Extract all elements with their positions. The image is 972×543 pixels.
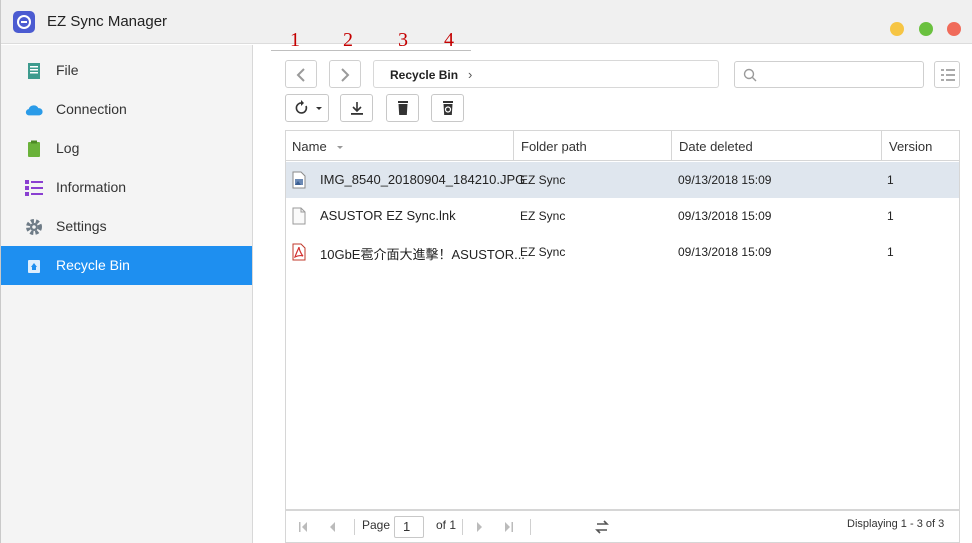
sidebar-item-settings[interactable]: Settings: [1, 207, 252, 246]
page-label: Page: [362, 518, 391, 532]
folder-path: EZ Sync: [520, 173, 566, 187]
folder-path: EZ Sync: [520, 209, 566, 223]
file-name: 10GbE雹介面大進擊！ASUSTOR...: [320, 247, 525, 262]
dropdown-caret-icon: [316, 107, 322, 110]
column-header-version[interactable]: Version: [882, 131, 959, 161]
sidebar-item-label: Connection: [56, 101, 127, 117]
title-bar: EZ Sync Manager: [1, 0, 972, 44]
column-header-name[interactable]: Name: [286, 131, 514, 161]
download-icon: [351, 102, 363, 115]
breadcrumb-current[interactable]: Recycle Bin: [390, 68, 458, 82]
last-page-icon[interactable]: [504, 521, 514, 533]
version: 1: [887, 173, 894, 187]
annotation-divider: [271, 50, 471, 51]
first-page-icon[interactable]: [298, 521, 308, 533]
table-row[interactable]: ASUSTOR EZ Sync.lnk EZ Sync 09/13/2018 1…: [286, 198, 959, 234]
pager-separator: [354, 519, 355, 535]
annotation-label-3: 3: [398, 29, 408, 51]
trash-icon: [398, 101, 408, 115]
annotation-label-4: 4: [444, 29, 454, 51]
date-deleted: 09/13/2018 15:09: [678, 173, 772, 187]
file-table: Name Folder path Date deleted Version IM…: [285, 130, 960, 510]
table-row[interactable]: IMG_8540_20180904_184210.JPG EZ Sync 09/…: [286, 162, 959, 198]
annotation-label-1: 1: [290, 29, 300, 51]
sidebar-item-recycle-bin[interactable]: Recycle Bin: [1, 246, 252, 285]
restore-icon: [295, 100, 308, 114]
sidebar-item-connection[interactable]: Connection: [1, 90, 252, 129]
app-title: EZ Sync Manager: [47, 13, 168, 30]
cloud-icon: [25, 101, 43, 119]
search-icon: [743, 68, 757, 82]
file-name: IMG_8540_20180904_184210.JPG: [320, 172, 526, 187]
sidebar-item-label: Settings: [56, 218, 107, 234]
folder-path: EZ Sync: [520, 245, 566, 259]
page-number-input[interactable]: 1: [394, 516, 424, 538]
close-button[interactable]: [947, 22, 961, 36]
version: 1: [887, 245, 894, 259]
sidebar-item-label: Recycle Bin: [56, 257, 130, 273]
sidebar-item-information[interactable]: Information: [1, 168, 252, 207]
recycle-bin-icon: [25, 257, 43, 275]
breadcrumb: Recycle Bin ›: [373, 60, 719, 88]
delete-button[interactable]: [386, 94, 419, 122]
file-name: ASUSTOR EZ Sync.lnk: [320, 208, 456, 223]
image-file-icon: [292, 171, 306, 189]
next-page-icon[interactable]: [476, 521, 484, 533]
maximize-button[interactable]: [919, 22, 933, 36]
sidebar-item-log[interactable]: Log: [1, 129, 252, 168]
refresh-icon[interactable]: [595, 520, 609, 534]
version: 1: [887, 209, 894, 223]
column-header-date-deleted[interactable]: Date deleted: [672, 131, 882, 161]
minimize-button[interactable]: [890, 22, 904, 36]
display-count: Displaying 1 - 3 of 3: [847, 518, 945, 530]
search-input[interactable]: [734, 61, 924, 88]
sidebar-item-label: Log: [56, 140, 80, 156]
empty-recycle-bin-button[interactable]: [431, 94, 464, 122]
sort-caret-icon: [337, 146, 344, 149]
date-deleted: 09/13/2018 15:09: [678, 245, 772, 259]
download-button[interactable]: [340, 94, 373, 122]
annotation-label-2: 2: [343, 29, 353, 51]
file-icon: [25, 62, 43, 80]
forward-button[interactable]: [329, 60, 361, 88]
breadcrumb-chevron-icon: ›: [468, 67, 473, 82]
chevron-right-icon: [341, 68, 350, 82]
sidebar-item-file[interactable]: File: [1, 51, 252, 90]
sidebar-item-label: File: [56, 62, 79, 78]
date-deleted: 09/13/2018 15:09: [678, 209, 772, 223]
list-view-icon: [941, 69, 955, 81]
view-options-button[interactable]: [934, 61, 960, 88]
sidebar-item-label: Information: [56, 179, 127, 195]
pager-separator: [530, 519, 531, 535]
app-logo-icon: [13, 11, 35, 33]
page-count-label: of 1: [436, 518, 457, 532]
pagination-bar: Page 1 of 1 Displaying 1 - 3 of 3: [285, 510, 960, 543]
gear-icon: [25, 218, 43, 236]
information-icon: [25, 179, 43, 197]
table-header: Name Folder path Date deleted Version: [286, 131, 959, 161]
chevron-left-icon: [296, 68, 305, 82]
pdf-file-icon: [292, 243, 306, 261]
table-row[interactable]: 10GbE雹介面大進擊！ASUSTOR... EZ Sync 09/13/201…: [286, 234, 959, 270]
column-header-folder-path[interactable]: Folder path: [514, 131, 672, 161]
generic-file-icon: [292, 207, 306, 225]
app-window: EZ Sync Manager File Connection Log Info…: [0, 0, 972, 543]
log-icon: [25, 140, 43, 158]
back-button[interactable]: [285, 60, 317, 88]
previous-page-icon[interactable]: [328, 521, 336, 533]
empty-bin-icon: [443, 101, 453, 115]
restore-button[interactable]: [285, 94, 329, 122]
sidebar: File Connection Log Information Settings: [1, 45, 253, 543]
pager-separator: [462, 519, 463, 535]
